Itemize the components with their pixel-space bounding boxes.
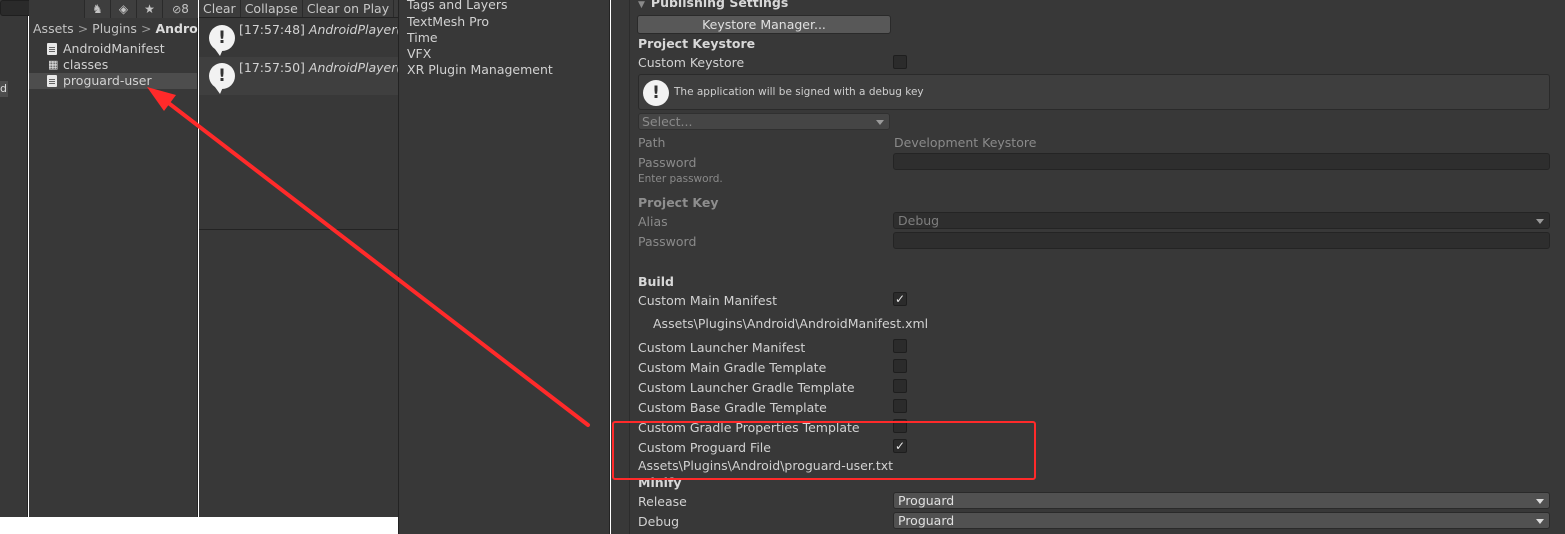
console-toolbar: ClearCollapseClear on PlayCl [199,0,398,18]
favorite-star-icon[interactable]: ★ [136,0,162,18]
console-log-entry[interactable]: ! [17:57:48] AndroidPlayer(AD [199,19,398,57]
custom-launcher-manifest-checkbox[interactable] [893,339,907,353]
breadcrumb-separator: > [77,21,89,36]
breadcrumb-separator: > [140,21,152,36]
clear-button[interactable]: Clear [199,0,241,17]
custom-gradle-properties-template-checkbox[interactable] [893,419,907,433]
package-icon: ▦ [48,58,59,71]
path-label: Path [638,135,666,150]
custom-main-manifest-checkbox[interactable]: ✓ [893,292,907,306]
category-time[interactable]: Time [407,30,438,45]
blank-area [0,517,398,534]
proguard-path: Assets\Plugins\Android\proguard-user.txt [638,458,894,473]
breadcrumb: Assets > Plugins > Android [33,21,211,36]
clear-on-play-button[interactable]: Clear on Play [303,0,395,17]
custom-gradle-properties-template-label: Custom Gradle Properties Template [638,420,860,435]
filter-by-type-icon[interactable]: ♞ [84,0,110,18]
text-file-icon [47,75,57,87]
custom-main-manifest-label: Custom Main Manifest [638,293,778,308]
release-minify-dropdown[interactable]: Proguard [893,492,1550,509]
settings-category-list: Tags and Layers TextMesh Pro Time VFX XR… [398,0,610,534]
password-label: Password [638,155,697,170]
info-bubble-icon: ! [209,25,235,56]
custom-base-gradle-template-checkbox[interactable] [893,399,907,413]
custom-proguard-file-label: Custom Proguard File [638,440,771,455]
left-panel-strip: d [0,0,28,517]
keystore-manager-button[interactable]: Keystore Manager... [637,15,891,34]
project-key-header: Project Key [638,195,719,210]
info-message-text: The application will be signed with a de… [674,86,924,98]
keystore-select-dropdown[interactable]: Select... [638,113,890,130]
file-item-classes[interactable]: ▦ classes [29,57,197,73]
file-label: proguard-user [63,73,152,88]
custom-keystore-label: Custom Keystore [638,55,745,70]
foldout-triangle-icon: ▼ [638,0,645,10]
release-label: Release [638,494,687,509]
eye-slash-icon: ⊘ [172,3,182,16]
path-value: Development Keystore [894,135,1037,150]
info-bubble-icon: ! [643,80,669,106]
debug-minify-dropdown[interactable]: Proguard [893,512,1550,529]
breadcrumb-plugins[interactable]: Plugins [92,21,137,36]
custom-proguard-file-checkbox[interactable]: ✓ [893,439,907,453]
category-vfx[interactable]: VFX [407,46,431,61]
password-hint: Enter password. [638,173,723,185]
project-keystore-header: Project Keystore [638,36,756,51]
log-text: [17:57:48] AndroidPlayer(AD [239,22,398,37]
custom-keystore-checkbox[interactable] [893,55,907,69]
file-item-proguard-user[interactable]: proguard-user [29,73,197,89]
category-textmesh-pro[interactable]: TextMesh Pro [407,14,489,29]
custom-main-gradle-template-checkbox[interactable] [893,359,907,373]
console-panel: ClearCollapseClear on PlayCl ! [17:57:48… [199,0,398,517]
minify-header: Minify [638,475,682,490]
chevron-down-icon [1536,519,1544,524]
custom-main-gradle-template-label: Custom Main Gradle Template [638,360,827,375]
player-settings-inspector: ▼ Publishing Settings Keystore Manager...… [611,0,1565,534]
chevron-down-icon [1536,219,1544,224]
file-item-androidmanifest[interactable]: AndroidManifest [29,41,197,57]
log-text: [17:57:50] AndroidPlayer(AD [239,60,398,75]
alias-label: Alias [638,214,668,229]
key-password-field[interactable] [893,232,1550,249]
info-message-box: ! The application will be signed with a … [638,74,1550,110]
custom-launcher-gradle-template-checkbox[interactable] [893,379,907,393]
manifest-path: Assets\Plugins\Android\AndroidManifest.x… [653,316,929,331]
custom-launcher-manifest-label: Custom Launcher Manifest [638,340,806,355]
custom-launcher-gradle-template-label: Custom Launcher Gradle Template [638,380,855,395]
chevron-down-icon [1536,499,1544,504]
text-file-icon [47,43,57,55]
filter-by-label-icon[interactable]: ◈ [110,0,136,18]
file-label: AndroidManifest [63,41,165,56]
build-header: Build [638,274,674,289]
console-splitter[interactable] [199,229,398,230]
hidden-count: 8 [181,2,189,16]
custom-base-gradle-template-label: Custom Base Gradle Template [638,400,827,415]
key-password-label: Password [638,234,697,249]
alias-dropdown[interactable]: Debug [893,212,1550,229]
chevron-down-icon [876,120,884,125]
file-label: classes [63,57,109,72]
collapse-button[interactable]: Collapse [241,0,303,17]
keystore-password-field[interactable] [893,153,1550,170]
category-tags-and-layers[interactable]: Tags and Layers [407,0,508,12]
debug-label: Debug [638,514,680,529]
category-xr-plugin-management[interactable]: XR Plugin Management [407,62,553,77]
breadcrumb-assets[interactable]: Assets [33,21,74,36]
info-bubble-icon: ! [209,63,235,94]
project-pane: ♞ ◈ ★ ⊘8 Assets > Plugins > Android AndroidM… [29,0,211,517]
console-log-entry[interactable]: ! [17:57:50] AndroidPlayer(AD [199,57,398,95]
publishing-settings-foldout[interactable]: ▼ Publishing Settings [638,0,788,10]
inspector-margin [629,0,630,534]
hidden-packages-toggle[interactable]: ⊘8 [162,0,198,18]
truncated-selected-item[interactable]: d [0,81,8,97]
